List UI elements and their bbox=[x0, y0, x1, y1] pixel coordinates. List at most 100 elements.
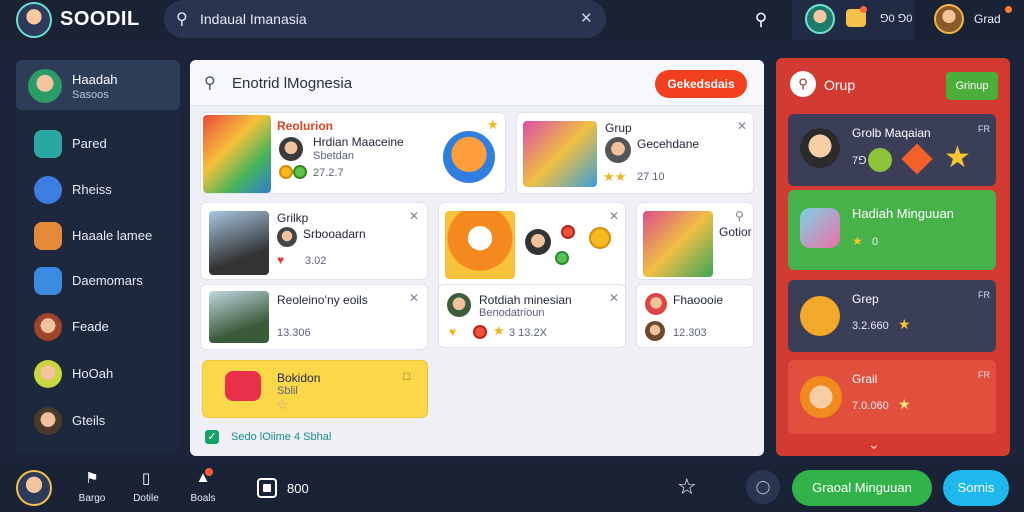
sidebar-item-daemomars[interactable]: Daemomars bbox=[16, 261, 180, 301]
sidebar-item-gteils[interactable]: Gteils bbox=[16, 401, 180, 441]
avatar bbox=[447, 293, 471, 317]
card-title: Fhaoooie bbox=[673, 293, 724, 307]
create-button[interactable]: Gekedsdais bbox=[655, 70, 747, 98]
star-icon: ★ bbox=[898, 396, 911, 412]
avatar bbox=[800, 128, 840, 168]
bottom-item-bargo[interactable]: ⚑ Bargo bbox=[69, 466, 115, 510]
star-icon[interactable]: ☆ bbox=[677, 474, 697, 500]
secondary-action-button[interactable]: Sornis bbox=[943, 470, 1009, 506]
star-icon: ★★ bbox=[603, 169, 627, 184]
avatar-icon bbox=[34, 407, 62, 435]
clear-icon[interactable]: ✕ bbox=[580, 9, 593, 27]
sidebar-item-hooah[interactable]: HoOah bbox=[16, 354, 180, 394]
mascot-photo bbox=[445, 211, 515, 279]
sidebar-item-feade[interactable]: Feade bbox=[16, 307, 180, 347]
notification-dot bbox=[860, 6, 867, 13]
stop-icon[interactable] bbox=[257, 478, 277, 498]
bottom-item-boals[interactable]: ▲ Boals bbox=[180, 466, 226, 510]
main-search-bar[interactable]: ⚲ Enotrid lMognesia Gekedsdais bbox=[190, 60, 764, 106]
search-icon: ⚲ bbox=[204, 75, 216, 92]
group-item[interactable]: Grep 3.2.660 ★ FR bbox=[788, 280, 996, 352]
list-icon bbox=[34, 267, 62, 295]
close-icon[interactable]: ✕ bbox=[737, 119, 747, 133]
card-title: Reolurion bbox=[277, 119, 333, 133]
close-icon[interactable]: ✕ bbox=[409, 209, 419, 223]
feed-card[interactable]: Rotdiah minesian Benodatrioun ♥ ★ 3 13.2… bbox=[438, 284, 626, 348]
coin-icon bbox=[589, 227, 611, 249]
sidebar-profile[interactable]: Haadah Sasoos bbox=[16, 60, 180, 110]
search-icon[interactable]: ⚲ bbox=[735, 209, 744, 223]
brand-name: SOODIL bbox=[60, 8, 140, 30]
primary-action-button[interactable]: Graoal Minguuan bbox=[792, 470, 932, 506]
expand-icon[interactable]: □ bbox=[403, 369, 410, 383]
avatar bbox=[605, 137, 631, 163]
feed-card[interactable]: Reolurion Hrdian Maaceine Sbetdan 27.2.7… bbox=[200, 112, 506, 194]
checkbox-label: Sedo lOiime 4 Sbhal bbox=[231, 431, 332, 443]
checkbox-row[interactable]: ✓ Sedo lOiime 4 Sbhal bbox=[205, 430, 405, 446]
top-search-bar[interactable]: ⚲ Indaual Imanasia ✕ bbox=[164, 0, 606, 38]
close-icon[interactable]: ✕ bbox=[609, 291, 619, 305]
feed-card[interactable]: Grilkp Srbooadarn ♥ 3.02 ✕ bbox=[200, 202, 428, 280]
gem-icon bbox=[901, 143, 933, 175]
group-item-meta: 7.0.060 bbox=[852, 400, 889, 412]
bottom-item-label: Bargo bbox=[78, 493, 106, 504]
bottom-item-dotile[interactable]: ▯ Dotile bbox=[123, 466, 169, 510]
user-avatar[interactable] bbox=[934, 4, 964, 34]
avatar bbox=[28, 69, 62, 103]
shield-icon[interactable]: ◯ bbox=[746, 470, 780, 504]
fox-mascot-icon bbox=[443, 131, 495, 183]
sidebar-item-haaale[interactable]: Haaale lamee bbox=[16, 216, 180, 256]
group-title: Orup bbox=[824, 77, 856, 93]
brand-avatar[interactable] bbox=[16, 2, 52, 38]
checkbox[interactable]: ✓ bbox=[205, 430, 219, 444]
box-icon bbox=[34, 222, 62, 250]
card-title: Reoleinoʻny eoils bbox=[277, 293, 368, 307]
group-item-meta: 7ꓨ bbox=[852, 155, 867, 167]
card-subtitle: Sbetdan bbox=[313, 150, 354, 162]
star-icon: ★ bbox=[852, 234, 863, 248]
bottom-item-label: Dotile bbox=[133, 493, 159, 504]
card-title: Grup bbox=[605, 121, 632, 135]
card-subtitle: Benodatrioun bbox=[479, 307, 545, 319]
close-icon[interactable]: ✕ bbox=[609, 209, 619, 223]
group-item[interactable]: Grail 7.0.060 ★ FR bbox=[788, 360, 996, 434]
user-name[interactable]: Grad bbox=[974, 12, 1001, 26]
card-title: Grilkp bbox=[277, 211, 309, 225]
badge-icon bbox=[868, 148, 892, 172]
card-count: 13.306 bbox=[277, 327, 311, 339]
group-item-title: Hadiah Minguuan bbox=[852, 206, 954, 221]
avatar[interactable] bbox=[16, 470, 52, 506]
feed-card[interactable]: Grup Gecehdane ★★ 27 10 ✕ bbox=[516, 112, 754, 194]
card-count: 27 10 bbox=[637, 171, 665, 183]
photo bbox=[209, 211, 269, 275]
avatar bbox=[645, 321, 665, 341]
top-search-input[interactable]: Indaual Imanasia bbox=[200, 11, 307, 27]
group-photo bbox=[643, 211, 713, 277]
chevron-down-icon[interactable]: ⌄ bbox=[868, 436, 880, 453]
close-icon[interactable]: ✕ bbox=[409, 291, 419, 305]
highlight-card[interactable]: Bokidon Sblil ☆ □ bbox=[202, 360, 428, 418]
group-item-title: Grep bbox=[852, 292, 879, 306]
badge-icon bbox=[473, 325, 487, 339]
group-item-title: Grolb Maqaian bbox=[852, 126, 931, 140]
group-item[interactable]: Grolb Maqaian 7ꓨ ★ FR bbox=[788, 114, 996, 186]
group-item-flag: FR bbox=[978, 370, 990, 380]
group-item-title: Grail bbox=[852, 372, 878, 386]
feed-card[interactable]: Gotior ⚲ bbox=[636, 202, 754, 280]
main-search-input[interactable]: Enotrid lMognesia bbox=[232, 75, 352, 92]
feed-card[interactable]: Fhaoooie 12.303 bbox=[636, 284, 754, 348]
search-icon[interactable]: ⚲ bbox=[748, 7, 774, 33]
avatar bbox=[525, 229, 551, 255]
sidebar-item-rheiss[interactable]: Rheiss bbox=[16, 170, 180, 210]
heart-icon: ♥ bbox=[277, 253, 285, 267]
group-button[interactable]: Grinup bbox=[946, 72, 998, 100]
emoji-badge-icon bbox=[800, 296, 840, 336]
group-item-flag: FR bbox=[978, 290, 990, 300]
avatar[interactable] bbox=[805, 4, 835, 34]
avatar bbox=[279, 137, 303, 161]
sidebar-item-label: Rheiss bbox=[72, 182, 112, 197]
sidebar-item-pared[interactable]: Pared bbox=[16, 124, 180, 164]
feed-card[interactable]: Reoleinoʻny eoils 13.306 ✕ bbox=[200, 284, 428, 350]
search-icon[interactable]: ⚲ bbox=[790, 71, 816, 97]
group-item[interactable]: Hadiah Minguuan ★ 0 bbox=[788, 190, 996, 270]
